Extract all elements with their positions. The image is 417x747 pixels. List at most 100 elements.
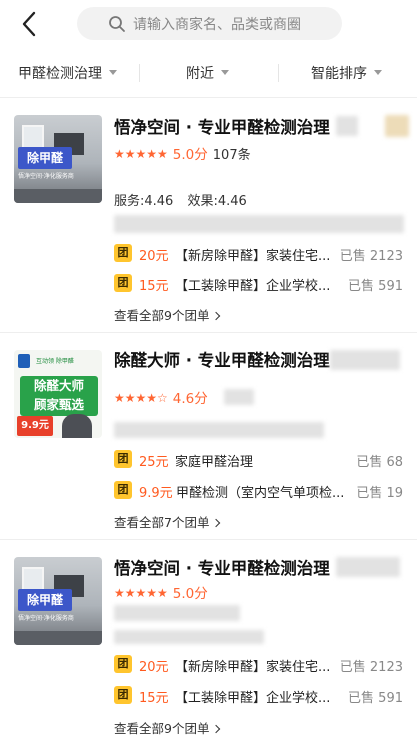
rating-row: ★★★★★ 5.0分 — [114, 582, 208, 602]
thumb-floor — [14, 189, 102, 203]
blurred-content — [330, 350, 400, 370]
deal-row[interactable]: 团 25元 家庭甲醛治理 已售 68 — [114, 450, 406, 470]
deal-sold: 已售 591 — [348, 691, 403, 706]
filter-sort[interactable]: 智能排序 — [311, 63, 382, 83]
deal-price: 20元 — [139, 249, 169, 264]
star-rating-icon: ★★★★★ — [114, 586, 168, 600]
thumb-price: 9.9元 — [17, 416, 53, 436]
search-placeholder: 请输入商家名、品类或商圈 — [133, 17, 301, 33]
blurred-content — [114, 215, 404, 233]
filter-bar: 甲醛检测治理 附近 智能排序 — [0, 48, 417, 98]
deal-title: 甲醛检测（室内空气单项检... — [176, 486, 345, 501]
view-all-deals-link[interactable]: 查看全部9个团单 — [114, 718, 221, 737]
shop-name[interactable]: 悟净空间 · 专业甲醛检测治理 — [114, 555, 330, 579]
deal-price: 20元 — [139, 660, 169, 675]
shop-thumbnail[interactable]: 互动领 除甲醛 除醛大师 顾家甄选 9.9元 — [14, 350, 102, 438]
divider — [278, 64, 279, 82]
rating-score: 4.6分 — [172, 391, 208, 407]
chevron-right-icon — [212, 311, 221, 321]
deal-row[interactable]: 团 15元 【工装除甲醛】企业学校... 已售 591 — [114, 274, 406, 294]
shop-thumbnail[interactable]: 除甲醛 悟净空间·净化服务商 — [14, 557, 102, 645]
blurred-content — [114, 630, 264, 644]
chevron-left-icon[interactable] — [18, 10, 42, 38]
thumb-floor — [14, 631, 102, 645]
deal-price: 15元 — [139, 279, 169, 294]
group-buy-tag: 团 — [114, 450, 132, 468]
view-all-deals-label: 查看全部9个团单 — [114, 308, 210, 323]
blurred-content — [385, 115, 409, 137]
deal-row[interactable]: 团 20元 【新房除甲醛】家装住宅... 已售 2123 — [114, 655, 406, 675]
group-buy-tag: 团 — [114, 244, 132, 262]
service-score: 服务:4.46 — [114, 194, 174, 209]
deal-title: 【新房除甲醛】家装住宅... — [175, 660, 331, 675]
view-all-deals-link[interactable]: 查看全部7个团单 — [114, 512, 221, 531]
shop-name[interactable]: 悟净空间 · 专业甲醛检测治理 — [114, 114, 330, 138]
review-count: 107条 — [212, 148, 251, 163]
blurred-content — [336, 116, 358, 136]
deal-sold: 已售 2123 — [339, 249, 403, 264]
deal-title: 【工装除甲醛】企业学校... — [175, 691, 331, 706]
thumb-headline-2: 顾家甄选 — [33, 397, 84, 412]
filter-category[interactable]: 甲醛检测治理 — [18, 63, 117, 83]
shop-name[interactable]: 除醛大师 · 专业甲醛检测治理 — [114, 347, 330, 371]
thumb-caption: 悟净空间·净化服务商 — [18, 173, 74, 180]
group-buy-tag: 团 — [114, 686, 132, 704]
deal-price: 9.9元 — [139, 486, 173, 501]
group-buy-tag: 团 — [114, 481, 132, 499]
rating-score: 5.0分 — [172, 147, 208, 163]
thumb-tagline: 互动领 除甲醛 — [36, 358, 74, 365]
thumb-caption: 悟净空间·净化服务商 — [18, 615, 74, 622]
deal-price: 15元 — [139, 691, 169, 706]
deal-sold: 已售 591 — [348, 279, 403, 294]
thumb-badge: 除甲醛 — [18, 147, 72, 169]
rating-row: ★★★★☆ 4.6分 — [114, 387, 208, 407]
star-rating-icon: ★★★★☆ — [114, 391, 168, 405]
chevron-right-icon — [212, 518, 221, 528]
view-all-deals-link[interactable]: 查看全部9个团单 — [114, 305, 221, 324]
deal-title: 【工装除甲醛】企业学校... — [175, 279, 331, 294]
search-input[interactable]: 请输入商家名、品类或商圈 — [77, 7, 342, 40]
shop-thumbnail[interactable]: 除甲醛 悟净空间·净化服务商 — [14, 115, 102, 203]
view-all-deals-label: 查看全部7个团单 — [114, 515, 210, 530]
filter-sort-label: 智能排序 — [311, 66, 367, 82]
blurred-content — [336, 557, 400, 577]
filter-distance-label: 附近 — [186, 66, 214, 82]
group-buy-tag: 团 — [114, 274, 132, 292]
blurred-content — [224, 389, 254, 405]
rating-score: 5.0分 — [172, 586, 208, 602]
star-rating-icon: ★★★★★ — [114, 147, 168, 161]
chevron-down-icon — [374, 70, 382, 75]
view-all-deals-label: 查看全部9个团单 — [114, 721, 210, 736]
deal-row[interactable]: 团 20元 【新房除甲醛】家装住宅... 已售 2123 — [114, 244, 406, 264]
thumb-person — [62, 414, 92, 438]
deal-title: 【新房除甲醛】家装住宅... — [175, 249, 331, 264]
brand-logo-icon — [18, 354, 30, 368]
effect-score: 效果:4.46 — [187, 194, 247, 209]
chevron-down-icon — [109, 70, 117, 75]
deal-sold: 已售 19 — [356, 486, 403, 501]
deal-row[interactable]: 团 9.9元 甲醛检测（室内空气单项检... 已售 19 — [114, 481, 406, 501]
chevron-down-icon — [221, 70, 229, 75]
deal-price: 25元 — [139, 455, 169, 470]
deal-sold: 已售 2123 — [339, 660, 403, 675]
divider — [139, 64, 140, 82]
group-buy-tag: 团 — [114, 655, 132, 673]
filter-category-label: 甲醛检测治理 — [18, 66, 102, 82]
shop-card[interactable]: 除甲醛 悟净空间·净化服务商 悟净空间 · 专业甲醛检测治理 ★★★★★ 5.0分… — [0, 541, 417, 747]
rating-row: ★★★★★ 5.0分 107条 — [114, 143, 251, 163]
shop-card[interactable]: 除甲醛 悟净空间·净化服务商 悟净空间 · 专业甲醛检测治理 ★★★★★ 5.0分… — [0, 99, 417, 333]
thumb-badge: 除甲醛 — [18, 589, 72, 611]
chevron-right-icon — [212, 724, 221, 734]
blurred-content — [114, 605, 240, 621]
thumb-headline-1: 除醛大师 — [33, 378, 84, 393]
thumb-headline: 除醛大师 顾家甄选 — [20, 376, 98, 416]
search-icon — [109, 16, 125, 32]
deal-row[interactable]: 团 15元 【工装除甲醛】企业学校... 已售 591 — [114, 686, 406, 706]
deal-sold: 已售 68 — [356, 455, 403, 470]
sub-scores: 服务:4.46 效果:4.46 — [114, 190, 247, 209]
shop-card[interactable]: 互动领 除甲醛 除醛大师 顾家甄选 9.9元 除醛大师 · 专业甲醛检测治理 ★… — [0, 334, 417, 540]
deal-title: 家庭甲醛治理 — [175, 455, 254, 470]
top-bar: 请输入商家名、品类或商圈 — [0, 0, 417, 48]
blurred-content — [114, 422, 324, 438]
filter-distance[interactable]: 附近 — [186, 63, 229, 83]
